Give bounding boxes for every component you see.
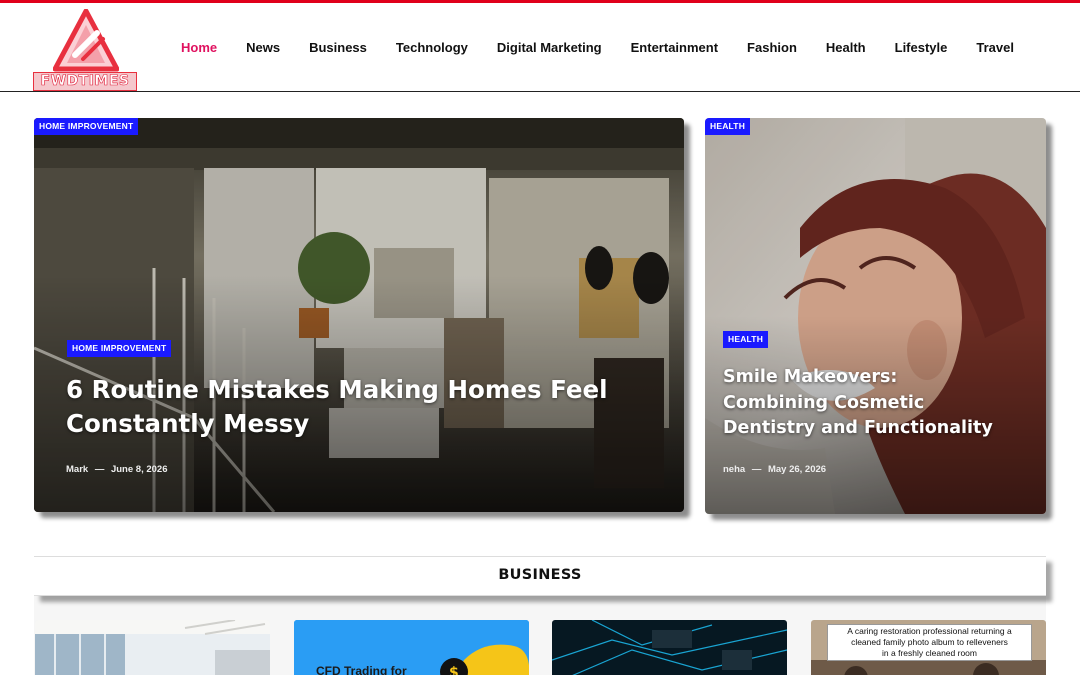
headline-line: Dentistry and Functionality <box>723 418 993 438</box>
nav-news[interactable]: News <box>246 40 280 60</box>
nav-health[interactable]: Health <box>826 40 866 60</box>
site-header: FWDTIMES Home News Business Technology D… <box>0 3 1080 92</box>
meta-separator: — <box>751 464 762 475</box>
article-headline[interactable]: Smile Makeovers: Combining Cosmetic Dent… <box>723 365 993 442</box>
meta-separator: — <box>94 464 105 475</box>
headline-line: 6 Routine Mistakes Making Homes Feel <box>66 375 608 404</box>
nav-technology[interactable]: Technology <box>396 40 468 60</box>
category-tag[interactable]: HOME IMPROVEMENT <box>67 340 172 357</box>
main-nav: Home News Business Technology Digital Ma… <box>181 40 1014 60</box>
office-image <box>35 620 270 675</box>
circuit-board-image <box>552 620 787 675</box>
caption-line: cleaned family photo album to rellevener… <box>851 637 1008 647</box>
headline-line: Combining Cosmetic <box>723 392 925 413</box>
article-thumbnail[interactable]: $ CFD Trading for <box>294 620 529 675</box>
nav-lifestyle[interactable]: Lifestyle <box>895 40 948 60</box>
publish-date: June 8, 2026 <box>110 464 168 475</box>
image-caption: A caring restoration professional return… <box>827 624 1032 661</box>
article-headline[interactable]: 6 Routine Mistakes Making Homes Feel Con… <box>66 373 607 441</box>
site-logo[interactable]: FWDTIMES <box>33 9 139 91</box>
category-tag[interactable]: HOME IMPROVEMENT <box>34 118 139 135</box>
author-name[interactable]: Mark <box>66 464 88 475</box>
publish-date: May 26, 2026 <box>767 464 827 475</box>
article-meta: Mark — June 8, 2026 <box>66 464 167 475</box>
author-name[interactable]: neha <box>723 464 745 475</box>
nav-travel[interactable]: Travel <box>976 40 1014 60</box>
logo-triangle-icon <box>53 9 119 72</box>
article-meta: neha — May 26, 2026 <box>723 464 826 475</box>
messy-home-interior-image <box>34 118 684 512</box>
article-thumbnail[interactable] <box>552 620 787 675</box>
headline-line: Constantly Messy <box>66 409 310 438</box>
nav-home[interactable]: Home <box>181 40 217 60</box>
smiling-woman-dental-image <box>705 118 1046 514</box>
caption-line: A caring restoration professional return… <box>847 626 1012 636</box>
svg-text:$: $ <box>449 665 459 675</box>
article-thumbnail[interactable]: A caring restoration professional return… <box>811 620 1046 675</box>
category-tag[interactable]: HEALTH <box>723 331 769 348</box>
section-title[interactable]: BUSINESS <box>34 567 1046 583</box>
nav-fashion[interactable]: Fashion <box>747 40 797 60</box>
headline-line: Smile Makeovers: <box>723 367 898 387</box>
nav-entertainment[interactable]: Entertainment <box>631 40 718 60</box>
featured-article-card[interactable]: HOME IMPROVEMENT HOME IMPROVEMENT 6 Rout… <box>34 118 684 512</box>
featured-article-card[interactable]: HEALTH HEALTH Smile Makeovers: Combining… <box>705 118 1046 514</box>
article-thumbnail[interactable] <box>35 620 270 675</box>
nav-business[interactable]: Business <box>309 40 367 60</box>
logo-wordmark: FWDTIMES <box>33 72 137 91</box>
nav-digital-marketing[interactable]: Digital Marketing <box>497 40 602 60</box>
caption-line: in a freshly cleaned room <box>882 648 977 658</box>
business-section-header: BUSINESS <box>34 556 1046 596</box>
category-tag[interactable]: HEALTH <box>705 118 751 135</box>
thumbnail-label: CFD Trading for <box>316 664 407 675</box>
